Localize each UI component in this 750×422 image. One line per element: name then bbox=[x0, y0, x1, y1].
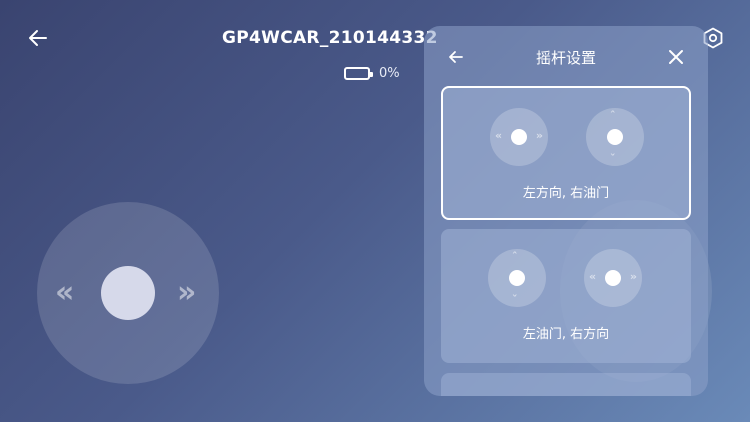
device-title: GP4WCAR_210144332 bbox=[222, 28, 438, 48]
chevron-left-icon: « bbox=[55, 275, 75, 310]
left-joystick[interactable]: « » bbox=[37, 202, 219, 384]
mode-label: 左方向, 右油门 bbox=[522, 186, 610, 201]
joystick-settings-panel: 摇杆设置 « » ˆ ˇ 左方向, 右油门 ˆ ˇ « » 左油门, 右方向 bbox=[424, 26, 708, 396]
mode-label: 左油门, 右方向 bbox=[522, 327, 610, 342]
mini-joystick-horizontal: « » bbox=[490, 108, 548, 166]
mini-knob bbox=[511, 129, 527, 145]
mini-knob bbox=[605, 270, 621, 286]
chevron-up-icon: ˆ bbox=[512, 250, 518, 263]
chevron-up-icon: ˆ bbox=[610, 109, 616, 122]
battery-icon bbox=[344, 67, 373, 80]
close-icon[interactable] bbox=[666, 47, 686, 67]
mode-option-3[interactable] bbox=[441, 373, 691, 396]
mode-option-1[interactable]: « » ˆ ˇ 左方向, 右油门 bbox=[441, 86, 691, 220]
battery-level: 0% bbox=[379, 66, 400, 81]
battery-indicator: 0% bbox=[344, 66, 400, 81]
chevron-right-icon: » bbox=[629, 270, 637, 283]
joystick-knob[interactable] bbox=[101, 266, 155, 320]
mode-option-2[interactable]: ˆ ˇ « » 左油门, 右方向 bbox=[441, 229, 691, 363]
mini-joystick-vertical: ˆ ˇ bbox=[586, 108, 644, 166]
mini-knob bbox=[607, 129, 623, 145]
chevron-down-icon: ˇ bbox=[512, 293, 518, 306]
mini-joystick-vertical: ˆ ˇ bbox=[488, 249, 546, 307]
chevron-left-icon: « bbox=[495, 129, 503, 142]
chevron-left-icon: « bbox=[589, 270, 597, 283]
mini-knob bbox=[509, 270, 525, 286]
chevron-right-icon: » bbox=[535, 129, 543, 142]
chevron-down-icon: ˇ bbox=[610, 152, 616, 165]
chevron-right-icon: » bbox=[177, 275, 197, 310]
mini-joystick-horizontal: « » bbox=[584, 249, 642, 307]
back-arrow-icon[interactable] bbox=[26, 26, 50, 50]
